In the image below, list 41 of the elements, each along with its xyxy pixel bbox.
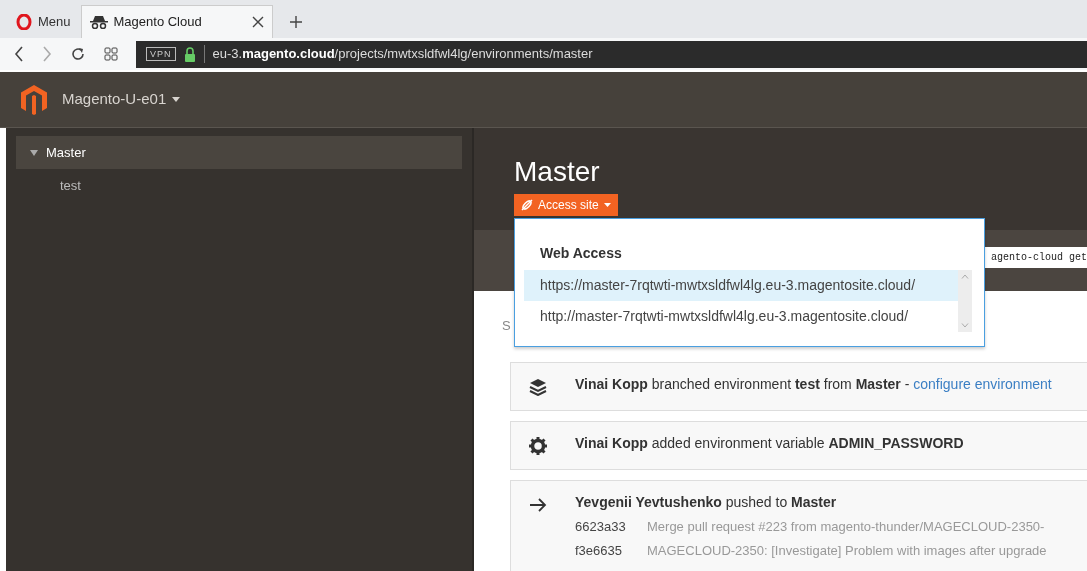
magento-logo-icon bbox=[20, 83, 48, 116]
collapse-caret-icon bbox=[30, 148, 38, 157]
commit-message: Merge pull request #223 from magento-thunder/MAGECLOUD-2350- bbox=[647, 517, 1045, 536]
incognito-icon bbox=[89, 15, 108, 29]
layers-icon bbox=[529, 378, 547, 397]
new-tab-plus-icon[interactable] bbox=[288, 14, 303, 29]
back-icon[interactable] bbox=[14, 46, 24, 62]
close-icon[interactable] bbox=[251, 16, 264, 28]
scroll-up-icon bbox=[961, 274, 969, 279]
tree-item[interactable]: Master bbox=[16, 136, 462, 169]
site-url-link[interactable]: http://master-7rqtwti-mwtxsldfwl4lg.eu-3.magentosite.cloud/ bbox=[524, 301, 958, 332]
vpn-badge[interactable]: VPN bbox=[146, 47, 176, 61]
configure-link[interactable]: configure environment bbox=[913, 375, 1052, 392]
lock-icon bbox=[183, 46, 196, 62]
caret-icon bbox=[603, 203, 611, 207]
tree-item[interactable]: test bbox=[16, 169, 462, 202]
dropdown-heading: Web Access bbox=[540, 244, 622, 263]
gear-icon bbox=[529, 437, 547, 456]
activity-text: Yevgenii Yevtushenko pushed to Master bbox=[575, 492, 838, 512]
environment-title: Master bbox=[514, 156, 601, 188]
scrollbar[interactable] bbox=[958, 270, 972, 332]
speed-dial-icon[interactable] bbox=[104, 47, 118, 61]
command-snippet: agento-cloud get bbox=[983, 247, 1087, 268]
site-url-link[interactable]: https://master-7rqtwti-mwtxsldfwl4lg.eu-3.magentosite.cloud/ bbox=[524, 270, 958, 301]
reload-icon[interactable] bbox=[70, 46, 86, 62]
project-selector[interactable]: Magento-U-e01 bbox=[62, 88, 181, 111]
link-icon bbox=[521, 199, 533, 211]
section-label: S bbox=[502, 317, 511, 335]
activity-text: Vinai Kopp branched environment test from Master - configure environment bbox=[575, 374, 1052, 394]
activity-text: Vinai Kopp added environment variable ADMIN_PASSWORD bbox=[575, 433, 964, 453]
caret-icon bbox=[172, 97, 181, 102]
commit-message: MAGECLOUD-2350: [Investigate] Problem with images after upgrade bbox=[647, 541, 1047, 560]
menu-button[interactable]: Menu bbox=[6, 6, 81, 38]
address-bar[interactable]: VPN eu-3.magento.cloud/projects/mwtxsldfwl4lg/environments/master bbox=[136, 40, 1087, 68]
opera-logo-icon bbox=[16, 14, 32, 30]
commit-hash[interactable]: f3e6635 bbox=[575, 540, 625, 561]
commit-hash[interactable]: 6623a33 bbox=[575, 516, 625, 537]
browser-tab[interactable]: Magento Cloud bbox=[80, 5, 273, 38]
url-text: eu-3.magento.cloud/projects/mwtxsldfwl4lg/environments/master bbox=[212, 45, 593, 64]
scroll-down-icon bbox=[961, 323, 969, 328]
tab-title: Magento Cloud bbox=[113, 13, 203, 32]
